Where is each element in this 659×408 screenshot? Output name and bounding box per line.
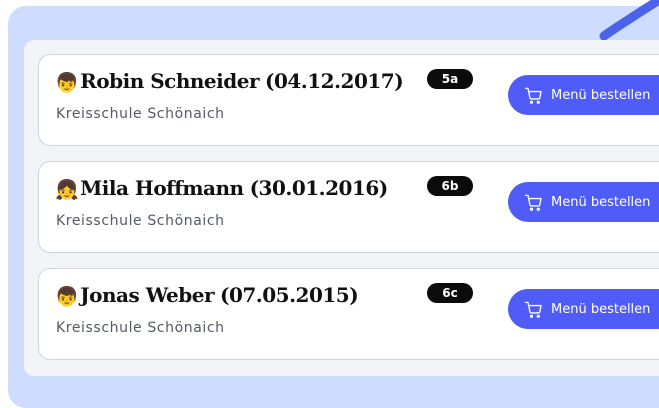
student-birthdate: (04.12.2017) bbox=[265, 69, 404, 93]
order-menu-button[interactable]: Menü bestellen bbox=[508, 182, 659, 222]
student-name: Jonas Weber bbox=[80, 283, 214, 307]
order-menu-button[interactable]: Menü bestellen bbox=[508, 289, 659, 329]
class-badge: 5a bbox=[427, 69, 473, 89]
girl-avatar-icon: 👧 bbox=[55, 179, 79, 201]
shopping-cart-icon bbox=[524, 301, 542, 318]
boy-avatar-icon: 👦 bbox=[55, 286, 79, 308]
student-card: 👧 Mila Hoffmann (30.01.2016) Kreisschule S… bbox=[38, 161, 659, 253]
order-menu-label: Menü bestellen bbox=[551, 301, 651, 317]
student-school: Kreisschule Schönaich bbox=[56, 213, 225, 229]
order-menu-label: Menü bestellen bbox=[551, 194, 651, 210]
order-menu-button[interactable]: Menü bestellen bbox=[508, 75, 659, 115]
shopping-cart-icon bbox=[524, 87, 542, 104]
class-badge: 6b bbox=[427, 176, 473, 196]
order-menu-label: Menü bestellen bbox=[551, 87, 651, 103]
shopping-cart-icon bbox=[524, 194, 542, 211]
boy-avatar-icon: 👦 bbox=[55, 72, 79, 94]
class-badge: 6c bbox=[427, 283, 473, 303]
student-title: 👧 Mila Hoffmann (30.01.2016) bbox=[55, 176, 388, 201]
student-title: 👦 Jonas Weber (07.05.2015) bbox=[55, 283, 359, 308]
student-title: 👦 Robin Schneider (04.12.2017) bbox=[55, 69, 404, 94]
student-name: Robin Schneider bbox=[80, 69, 259, 93]
student-birthdate: (30.01.2016) bbox=[249, 176, 389, 200]
student-school: Kreisschule Schönaich bbox=[56, 106, 225, 122]
student-birthdate: (07.05.2015) bbox=[220, 283, 359, 307]
student-card: 👦 Robin Schneider (04.12.2017) Kreisschule… bbox=[38, 54, 659, 146]
student-name: Mila Hoffmann bbox=[80, 176, 244, 200]
student-card: 👦 Jonas Weber (07.05.2015) Kreisschule Sch… bbox=[38, 268, 659, 360]
student-school: Kreisschule Schönaich bbox=[56, 320, 225, 336]
